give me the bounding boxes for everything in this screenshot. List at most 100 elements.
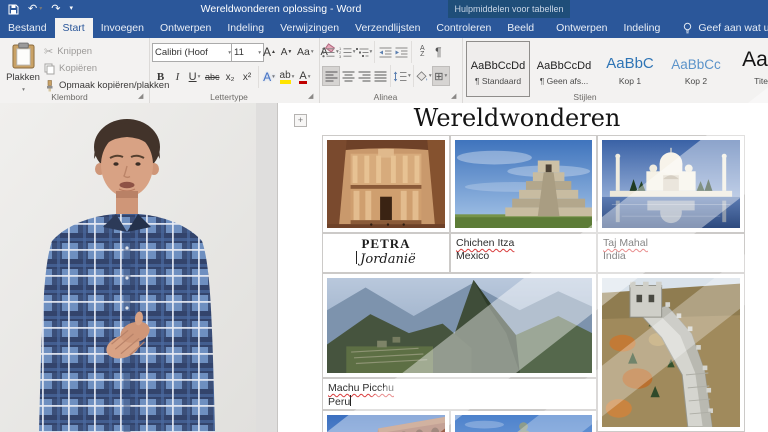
strikethrough-button[interactable]: abc <box>203 68 222 86</box>
petra-caption-cell[interactable]: PETRA Jordanië <box>322 233 450 273</box>
change-case-button[interactable]: Aa▾ <box>295 43 316 61</box>
justify-button[interactable] <box>372 67 388 85</box>
tab-beeld[interactable]: Beeld <box>499 18 542 38</box>
colosseum-image[interactable] <box>322 410 450 432</box>
colosseum-illustration <box>327 415 445 432</box>
tab-table-indeling[interactable]: Indeling <box>616 18 669 38</box>
christ-redeemer-image[interactable] <box>450 410 597 432</box>
line-spacing-dropdown-icon[interactable]: ▾ <box>408 73 411 79</box>
subscript-button[interactable]: x₂ <box>222 68 239 86</box>
petra-illustration <box>327 140 445 228</box>
ribbon-tab-row: Bestand Start Invoegen Ontwerpen Indelin… <box>0 18 768 38</box>
borders-button[interactable]: ⊞▾ <box>432 66 450 86</box>
tab-verzendlijsten[interactable]: Verzendlijsten <box>347 18 428 38</box>
align-right-button[interactable] <box>356 67 372 85</box>
copy-button[interactable]: Kopiëren <box>44 60 97 77</box>
highlight-dropdown-icon[interactable]: ▾ <box>292 74 295 80</box>
customize-qat-icon[interactable]: ▾ <box>69 0 73 18</box>
underline-button[interactable]: U▾ <box>186 68 203 86</box>
tab-invoegen[interactable]: Invoegen <box>93 18 152 38</box>
tab-controleren[interactable]: Controleren <box>428 18 499 38</box>
save-icon[interactable] <box>8 4 19 15</box>
chichen-country: Mexico <box>456 250 489 262</box>
line-spacing-button[interactable]: ▾ <box>393 67 411 85</box>
multilevel-list-button[interactable]: ▾ <box>356 43 373 61</box>
font-color-dropdown-icon[interactable]: ▾ <box>308 74 311 80</box>
divider <box>413 65 414 87</box>
sort-button[interactable]: AZ <box>414 43 430 61</box>
align-center-icon <box>342 71 355 82</box>
superscript-button[interactable]: x² <box>239 68 256 86</box>
borders-dropdown-icon[interactable]: ▾ <box>444 73 447 79</box>
bold-button[interactable]: B <box>152 68 169 86</box>
style-standaard[interactable]: AaBbCcDd ¶ Standaard <box>466 41 530 97</box>
style-label: Kop 1 <box>599 76 661 86</box>
style-preview: AaBbCcDd <box>533 46 595 72</box>
format-painter-icon <box>44 80 55 92</box>
tab-verwijzingen[interactable]: Verwijzingen <box>272 18 347 38</box>
shrink-font-button[interactable]: A▼ <box>278 43 295 61</box>
machu-country: Peru <box>328 396 350 408</box>
style-titel[interactable]: AaB Titel <box>730 41 768 97</box>
divider <box>390 65 391 87</box>
divider <box>374 41 375 63</box>
document-title[interactable]: Wereldwonderen <box>278 104 756 132</box>
taj-caption-cell[interactable]: Taj Mahal India <box>597 233 745 273</box>
align-left-button[interactable] <box>322 66 340 86</box>
italic-button[interactable]: I <box>169 68 186 86</box>
style-preview: AaBbC <box>599 46 661 72</box>
font-size-combobox[interactable]: 11 ▾ <box>231 43 264 62</box>
chichen-caption-cell[interactable]: Chichen Itza Mexico <box>450 233 597 273</box>
tab-ontwerpen[interactable]: Ontwerpen <box>152 18 219 38</box>
styles-group: AaBbCcDd ¶ Standaard AaBbCcDd ¶ Geen afs… <box>462 38 768 103</box>
align-center-button[interactable] <box>340 67 356 85</box>
svg-text:3: 3 <box>339 54 342 58</box>
document-page[interactable]: Wereldwonderen + <box>278 103 768 432</box>
text-effects-button[interactable]: A▾ <box>261 68 278 86</box>
divider <box>258 66 259 88</box>
numbering-button[interactable]: 123▾ <box>339 43 356 61</box>
undo-button[interactable]: ↶▾ <box>28 0 42 18</box>
style-kop2[interactable]: AaBbCc Kop 2 <box>664 41 728 97</box>
machu-caption-cell[interactable]: Machu Picchu Peru <box>322 378 597 410</box>
petra-image[interactable] <box>322 135 450 233</box>
undo-dropdown-icon[interactable]: ▾ <box>39 0 42 18</box>
tab-indeling[interactable]: Indeling <box>219 18 272 38</box>
chichen-itza-image[interactable] <box>450 135 597 233</box>
tab-table-ontwerpen[interactable]: Ontwerpen <box>548 18 615 38</box>
show-marks-button[interactable]: ¶ <box>430 43 446 61</box>
tell-me-search[interactable]: Geef aan wat u wilt doen.. <box>682 18 768 38</box>
increase-indent-button[interactable] <box>393 43 409 61</box>
taj-mahal-image[interactable] <box>597 135 745 233</box>
machu-picchu-image[interactable] <box>322 273 597 378</box>
align-right-icon <box>358 71 371 82</box>
change-case-dropdown-icon: ▾ <box>311 49 314 55</box>
underline-dropdown-icon[interactable]: ▾ <box>198 74 201 80</box>
tab-bestand[interactable]: Bestand <box>0 18 55 38</box>
table-move-handle[interactable]: + <box>294 114 307 127</box>
clipboard-dialog-launcher-icon[interactable]: ◢ <box>138 92 147 101</box>
multilevel-list-icon <box>356 47 369 58</box>
paragraph-dialog-launcher-icon[interactable]: ◢ <box>451 92 460 101</box>
shading-button[interactable]: ▾ <box>416 67 432 85</box>
grow-font-label: A <box>263 45 271 59</box>
quick-access-toolbar: ↶▾ ↷ ▾ <box>8 0 73 18</box>
text-effects-dropdown-icon[interactable]: ▾ <box>272 74 275 80</box>
table-tools-header: Hulpmiddelen voor tabellen <box>448 0 570 18</box>
tab-start[interactable]: Start <box>55 18 93 38</box>
highlight-button[interactable]: ab▾ <box>278 68 297 86</box>
cut-button[interactable]: ✂ Knippen <box>44 43 92 60</box>
style-kop1[interactable]: AaBbC Kop 1 <box>598 41 662 97</box>
multilevel-dropdown-icon[interactable]: ▾ <box>370 49 373 55</box>
font-family-combobox[interactable]: Calibri (Hoof ▾ <box>152 43 234 62</box>
grow-font-button[interactable]: A▲ <box>261 43 278 61</box>
word-window: ↶▾ ↷ ▾ Wereldwonderen oplossing - Word H… <box>0 0 768 432</box>
font-dialog-launcher-icon[interactable]: ◢ <box>308 92 317 101</box>
decrease-indent-button[interactable] <box>377 43 393 61</box>
redo-button[interactable]: ↷ <box>51 0 60 18</box>
style-geen-afstand[interactable]: AaBbCcDd ¶ Geen afs... <box>532 41 596 97</box>
font-color-button[interactable]: A▾ <box>296 68 313 86</box>
great-wall-image[interactable] <box>597 273 745 432</box>
paste-button[interactable]: Plakken ▾ <box>5 42 41 99</box>
bullets-button[interactable]: ▾ <box>322 43 339 61</box>
